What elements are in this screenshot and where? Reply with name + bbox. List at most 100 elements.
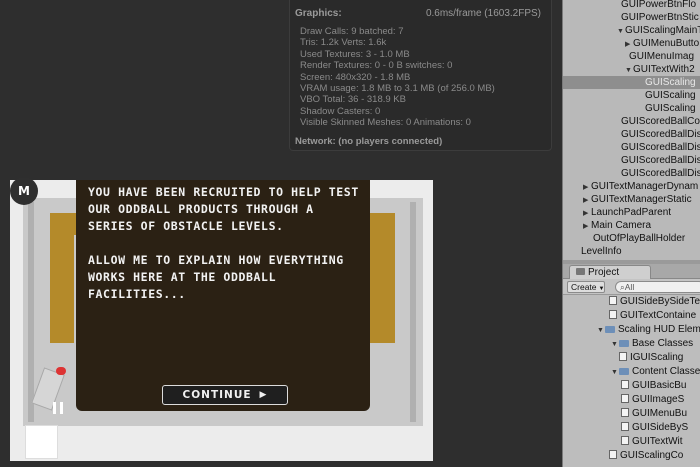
create-label: Create [571, 282, 597, 292]
hierarchy-item[interactable]: GUIScaling [641, 102, 696, 115]
dialog-paragraph: YOU HAVE BEEN RECRUITED TO HELP TEST OUR… [88, 185, 359, 233]
project-script[interactable]: GUISideByS [621, 421, 688, 434]
launcher-leg [60, 402, 63, 414]
hierarchy-item[interactable]: GUIScoredBallDis [617, 167, 700, 180]
hierarchy-item-label: GUIMenuButto [633, 38, 700, 49]
hierarchy-item[interactable]: GUIPowerBtnStic [617, 11, 699, 24]
play-arrow-icon: ▶ [259, 390, 268, 400]
hierarchy-item[interactable]: GUIScoredBallDis [617, 141, 700, 154]
hierarchy-item[interactable]: GUIScoredBallDis [617, 154, 700, 167]
hierarchy-item[interactable]: GUIScaling [563, 76, 700, 89]
level-wall-right [410, 202, 416, 422]
menu-button[interactable]: M [10, 177, 38, 205]
hierarchy-item[interactable]: GUIScoredBallDis [617, 128, 700, 141]
hierarchy-item-label: Main Camera [591, 220, 652, 231]
chevron-down-icon[interactable]: ▼ [611, 366, 619, 379]
project-script[interactable]: IGUIScaling [619, 351, 683, 364]
script-icon [609, 310, 617, 319]
stats-line: Visible Skinned Meshes: 0 Animations: 0 [300, 117, 471, 129]
stats-line: Shadow Casters: 0 [300, 105, 381, 117]
hierarchy-item[interactable]: GUIMenuImag [625, 50, 694, 63]
hierarchy-item-label: GUIScoredBallDis [621, 155, 700, 166]
dialog-paragraph: ALLOW ME TO EXPLAIN HOW EVERYTHING WORKS… [88, 253, 344, 301]
hierarchy-item[interactable]: ▼GUITextWith2 [625, 63, 695, 76]
hierarchy-item-label: GUITextManagerDynam [591, 181, 699, 192]
launch-pad [25, 425, 58, 459]
search-placeholder: All [624, 282, 635, 292]
project-item-label: GUIImageS [632, 394, 685, 405]
project-item-label: GUISideBySideTe [620, 296, 700, 307]
script-icon [609, 450, 617, 459]
project-item-label: GUIMenuBu [632, 408, 688, 419]
stats-line: Used Textures: 3 - 1.0 MB [300, 48, 410, 60]
project-item-label: Content Classe [632, 366, 700, 377]
hierarchy-item-label: GUIScaling [645, 77, 696, 88]
ball-icon [56, 367, 66, 375]
project-item-label: Base Classes [632, 338, 694, 349]
project-script[interactable]: GUIScalingCo [609, 449, 683, 462]
hierarchy-item[interactable]: ▶ LaunchPadParent [583, 206, 671, 219]
script-icon [621, 436, 629, 445]
hierarchy-item[interactable]: ▼GUIScalingMainT [617, 24, 700, 37]
project-folder[interactable]: ▼ Base Classes [611, 337, 693, 350]
hierarchy-item-label: GUIScaling [645, 103, 696, 114]
hierarchy-panel[interactable]: GUIPowerBtnFlo GUIPowerBtnStic ▼GUIScaling… [563, 0, 700, 260]
project-panel: Project Create ▼ ⌕All GUISideBySideTe GUIT… [563, 264, 700, 467]
create-dropdown[interactable]: Create ▼ [567, 281, 605, 293]
project-script[interactable]: GUIBasicBu [621, 379, 686, 392]
hierarchy-item-label: GUIScoredBallCo [621, 116, 700, 127]
script-icon [621, 408, 629, 417]
stats-line: Render Textures: 0 - 0 B switches: 0 [300, 60, 453, 72]
hierarchy-item-label: GUIPowerBtnStic [621, 12, 699, 23]
hierarchy-item-label: OutOfPlayBallHolder [593, 233, 686, 244]
hierarchy-item-label: LevelInfo [581, 246, 622, 257]
hierarchy-item-label: GUIScoredBallDis [621, 142, 700, 153]
hierarchy-item[interactable]: ▶ GUIMenuButto [625, 37, 699, 50]
hierarchy-item[interactable]: ▶ GUITextManagerStatic [583, 193, 692, 206]
launcher-leg [53, 402, 56, 414]
editor-side-panel: GUIPowerBtnFlo GUIPowerBtnStic ▼GUIScaling… [562, 0, 700, 467]
project-folder[interactable]: ▼ Scaling HUD Elem [597, 323, 700, 336]
chevron-down-icon: ▼ [598, 286, 605, 292]
project-folder[interactable]: ▼ Content Classe [611, 365, 700, 378]
hierarchy-item-label: LaunchPadParent [591, 207, 672, 218]
hierarchy-item-label: GUITextWith2 [633, 64, 695, 75]
hierarchy-item[interactable]: GUIPowerBtnFlo [617, 0, 696, 11]
project-item-label: GUIScalingCo [620, 450, 684, 461]
project-script[interactable]: GUIMenuBu [621, 407, 687, 420]
project-toolbar: Create ▼ ⌕All [563, 279, 700, 295]
chevron-down-icon[interactable]: ▼ [611, 338, 619, 351]
hierarchy-item[interactable]: OutOfPlayBallHolder [589, 232, 685, 245]
project-script[interactable]: GUISideBySideTe [609, 295, 700, 308]
chevron-down-icon[interactable]: ▼ [597, 324, 605, 337]
hierarchy-item-label: GUIMenuImag [629, 51, 695, 62]
folder-icon [576, 268, 585, 275]
level-wall-left [28, 202, 34, 422]
search-input[interactable]: ⌕All [615, 281, 700, 293]
folder-icon [619, 340, 629, 347]
gold-wall-left [50, 213, 74, 343]
hierarchy-item[interactable]: ▶ Main Camera [583, 219, 651, 232]
tab-project[interactable]: Project [569, 265, 651, 279]
script-icon [621, 380, 629, 389]
project-item-label: GUIBasicBu [632, 380, 687, 391]
hierarchy-item[interactable]: GUIScoredBallCo [617, 115, 700, 128]
script-icon [609, 296, 617, 305]
project-tab-bar: Project [563, 264, 700, 279]
continue-label: CONTINUE [182, 389, 252, 401]
folder-icon [605, 326, 615, 333]
script-icon [621, 422, 629, 431]
continue-button[interactable]: CONTINUE ▶ [162, 385, 288, 405]
game-view-panel: Graphics: 0.6ms/frame (1603.2FPS) Draw C… [0, 0, 562, 467]
hierarchy-item[interactable]: GUIScaling [641, 89, 696, 102]
hierarchy-item-label: GUIPowerBtnFlo [621, 0, 697, 10]
project-script[interactable]: GUITextWit [621, 435, 683, 448]
hierarchy-item[interactable]: ▶ GUITextManagerDynam [583, 180, 698, 193]
folder-icon [619, 368, 629, 375]
chevron-down-icon[interactable]: ▼ [617, 25, 625, 38]
project-script[interactable]: GUIImageS [621, 393, 684, 406]
stats-line: Screen: 480x320 - 1.8 MB [300, 71, 411, 83]
project-script[interactable]: GUITextContaine [609, 309, 696, 322]
hierarchy-item[interactable]: LevelInfo [577, 245, 622, 258]
project-tree[interactable]: GUISideBySideTe GUITextContaine ▼ Scaling H… [563, 295, 700, 467]
